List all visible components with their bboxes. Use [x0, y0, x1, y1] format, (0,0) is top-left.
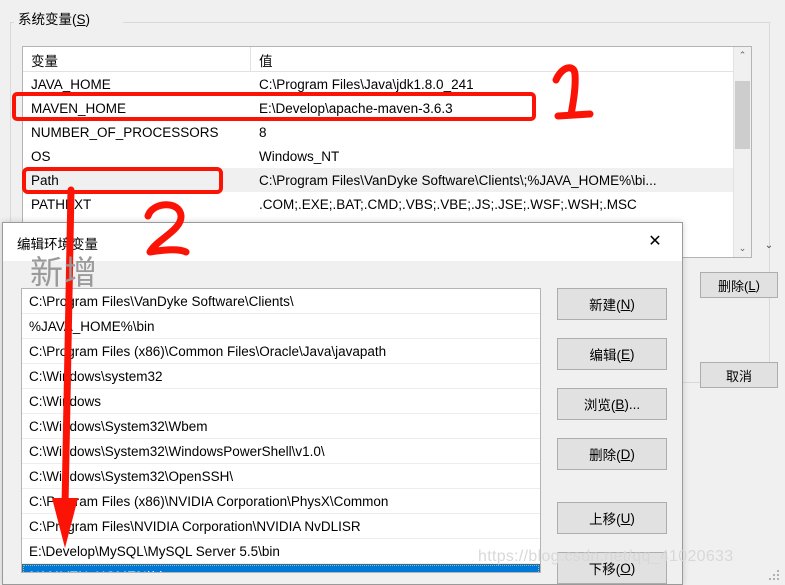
list-item-selected[interactable]: %MAVEN_HOME%\bin	[22, 564, 540, 572]
delete-button[interactable]: 删除(D)	[557, 438, 667, 470]
dialog-title-bar: 编辑环境变量 ✕	[3, 223, 682, 262]
dialog-title: 编辑环境变量	[17, 237, 98, 252]
table-row[interactable]: NUMBER_OF_PROCESSORS 8	[23, 120, 751, 144]
cell-value: C:\Program Files\VanDyke Software\Client…	[259, 172, 657, 188]
list-item[interactable]: C:\Program Files\NVIDIA Corporation\NVID…	[22, 514, 540, 539]
cell-variable: JAVA_HOME	[31, 76, 111, 92]
table-row[interactable]: PATHEXT .COM;.EXE;.BAT;.CMD;.VBS;.VBE;.J…	[23, 192, 751, 216]
list-item[interactable]: C:\Windows	[22, 389, 540, 414]
table-row-selected[interactable]: Path C:\Program Files\VanDyke Software\C…	[23, 168, 751, 192]
cancel-button[interactable]: 取消	[700, 362, 778, 388]
column-header-value[interactable]: 值	[251, 47, 751, 71]
system-variables-label: 系统变量(S)	[14, 8, 95, 28]
delete-button[interactable]: 删除(L)	[700, 272, 778, 298]
watermark-text: https://blog.csdn.net/qq_41020633	[478, 548, 734, 565]
table-row[interactable]: JAVA_HOME C:\Program Files\Java\jdk1.8.0…	[23, 72, 751, 96]
cell-variable: MAVEN_HOME	[31, 100, 127, 116]
list-item[interactable]: E:\Develop\MySQL\MySQL Server 5.5\bin	[22, 539, 540, 564]
cell-variable: OS	[31, 148, 51, 164]
cell-value: Windows_NT	[259, 148, 340, 164]
cell-value: C:\Program Files\Java\jdk1.8.0_241	[259, 76, 474, 92]
list-item[interactable]: C:\Windows\System32\WindowsPowerShell\v1…	[22, 439, 540, 464]
cell-value: E:\Develop\apache-maven-3.6.3	[259, 100, 453, 116]
list-item[interactable]: C:\Windows\System32\OpenSSH\	[22, 464, 540, 489]
list-item[interactable]: %JAVA_HOME%\bin	[22, 314, 540, 339]
listview-header: 变量 值	[23, 47, 751, 72]
list-item[interactable]: C:\Windows\System32\Wbem	[22, 414, 540, 439]
cell-variable: Path	[31, 172, 59, 188]
table-row[interactable]: MAVEN_HOME E:\Develop\apache-maven-3.6.3	[23, 96, 751, 120]
browse-button[interactable]: 浏览(B)...	[557, 388, 667, 420]
chevron-down-icon[interactable]: ⌄	[760, 236, 778, 254]
table-row[interactable]: OS Windows_NT	[23, 144, 751, 168]
cell-variable: PATHEXT	[31, 196, 92, 212]
scroll-up-icon[interactable]: ⌃	[734, 47, 751, 64]
cell-variable: NUMBER_OF_PROCESSORS	[31, 124, 219, 140]
edit-environment-variable-dialog: 编辑环境变量 ✕ C:\Program Files\VanDyke Softwa…	[2, 222, 683, 585]
close-icon[interactable]: ✕	[640, 231, 670, 253]
list-item[interactable]: C:\Program Files\VanDyke Software\Client…	[22, 289, 540, 314]
new-button[interactable]: 新建(N)	[557, 288, 667, 320]
move-up-button[interactable]: 上移(U)	[557, 502, 667, 534]
cell-value: 8	[259, 124, 267, 140]
column-header-variable[interactable]: 变量	[23, 47, 251, 71]
resize-grip[interactable]	[767, 568, 779, 580]
group-label-text: 系统变量(S)	[18, 12, 91, 27]
list-item[interactable]: C:\Program Files (x86)\NVIDIA Corporatio…	[22, 489, 540, 514]
scroll-down-icon[interactable]: ⌄	[734, 240, 751, 257]
edit-button[interactable]: 编辑(E)	[557, 338, 667, 370]
listview-scrollbar[interactable]: ⌃ ⌄	[733, 47, 751, 257]
cell-value: .COM;.EXE;.BAT;.CMD;.VBS;.VBE;.JS;.JSE;.…	[259, 196, 637, 212]
list-item[interactable]: C:\Program Files (x86)\Common Files\Orac…	[22, 339, 540, 364]
path-entries-list[interactable]: C:\Program Files\VanDyke Software\Client…	[21, 288, 541, 573]
list-item[interactable]: C:\Windows\system32	[22, 364, 540, 389]
scrollbar-thumb[interactable]	[735, 81, 750, 149]
